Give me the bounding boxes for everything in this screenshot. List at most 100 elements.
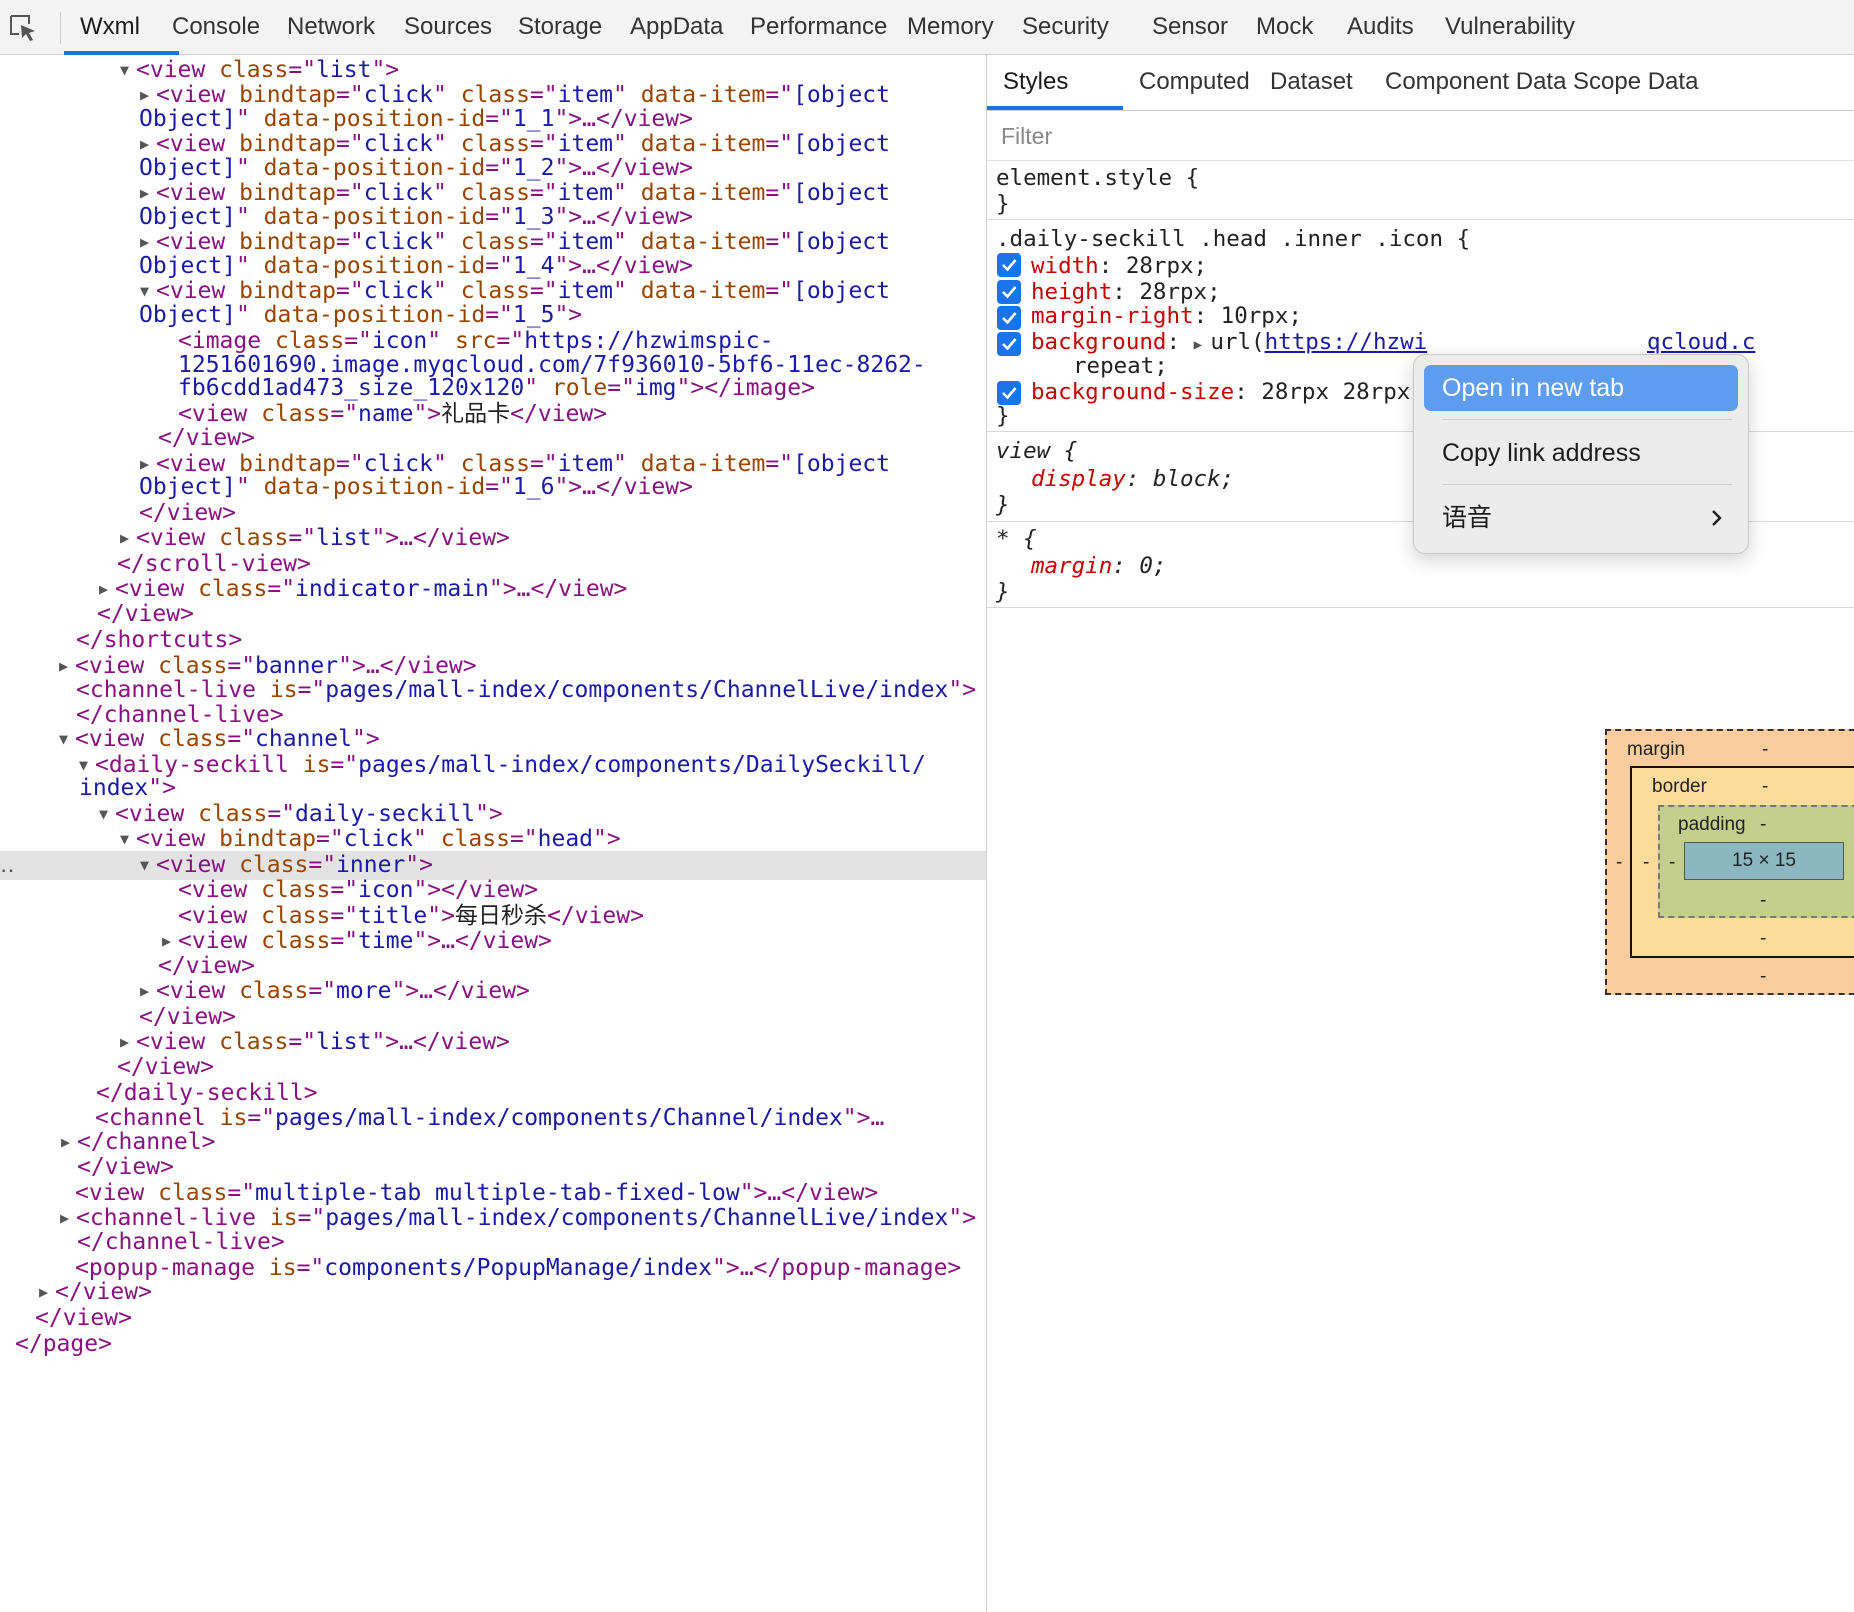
checkbox-background-size[interactable] (997, 381, 1021, 405)
markup-token: <view (136, 1029, 220, 1055)
markup-token: pages/mall-index/components/ChannelLive/… (325, 1205, 949, 1231)
tab-wxml[interactable]: Wxml (80, 0, 140, 54)
markup-token: </view> (139, 1004, 236, 1030)
toolbar-separator (60, 12, 61, 44)
tab-vulnerability[interactable]: Vulnerability (1445, 0, 1575, 54)
markup-token: <view (178, 928, 262, 954)
more-actions-icon[interactable]: ‥ (0, 851, 15, 880)
bg-url-link[interactable]: https://hzwi (1265, 329, 1428, 355)
bg-url-link-tail[interactable]: qcloud.c (1647, 329, 1755, 355)
prop-display: display (1031, 466, 1126, 492)
tab-sensor[interactable]: Sensor (1152, 0, 1228, 54)
tab-audits[interactable]: Audits (1347, 0, 1414, 54)
tree-node-text: </view> (77, 1153, 174, 1182)
markup-token: is (269, 677, 298, 703)
devtools-toolbar: Wxml Console Network Sources Storage App… (0, 0, 1854, 55)
markup-token: "> (371, 57, 400, 83)
markup-token: 1_1 (512, 106, 555, 132)
markup-token: <view (156, 978, 240, 1004)
border-top-value: - (1762, 776, 1769, 797)
rule-selector: .daily-seckill .head .inner .icon { (996, 226, 1471, 252)
wxml-tree-panel[interactable]: ▼ <view class="list"> ▶ <view bindtap="clic… (0, 55, 986, 1612)
checkbox-height[interactable] (997, 280, 1021, 304)
markup-token: class (261, 877, 331, 903)
tree-node-text: </view> (97, 600, 194, 629)
markup-token: </view> (510, 401, 608, 427)
markup-token: </view> (158, 425, 255, 451)
markup-token: 礼品卡 (441, 401, 511, 427)
collapse-triangle-icon[interactable]: ▼ (140, 851, 149, 880)
expand-triangle-icon[interactable]: ▶ (120, 524, 129, 553)
border-label: border (1652, 776, 1707, 797)
markup-token: =" (267, 576, 296, 602)
val-margin-right: : 10rpx; (1193, 303, 1302, 329)
checkbox-margin-right[interactable] (997, 306, 1021, 330)
expand-triangle-icon[interactable]: ▶ (61, 1128, 70, 1157)
val-background-size: : 28rpx 28rpx; (1234, 379, 1424, 405)
tab-mock[interactable]: Mock (1256, 0, 1313, 54)
markup-token: ">…</popup-manage> (712, 1255, 962, 1281)
decl-margin: margin: 0; (1031, 553, 1166, 579)
tab-dataset[interactable]: Dataset (1270, 55, 1353, 108)
collapse-triangle-icon[interactable]: ▼ (120, 825, 129, 854)
markup-token: </view> (139, 500, 236, 526)
markup-token: =" (227, 726, 256, 752)
markup-token: "> (351, 726, 380, 752)
markup-token: =" (247, 1105, 276, 1131)
collapse-triangle-icon[interactable]: ▼ (120, 56, 129, 85)
markup-token: ">…</view> (554, 106, 693, 132)
tree-node-text: <view class="more">…</view> (156, 977, 530, 1006)
markup-token: "></view> (413, 877, 539, 903)
tab-scope-data[interactable]: Scope Data (1573, 55, 1698, 108)
tree-node-text: <daily-seckill is="pages/mall-index/comp… (95, 751, 926, 780)
collapse-triangle-icon[interactable]: ▼ (59, 725, 68, 754)
tab-performance[interactable]: Performance (750, 0, 887, 54)
markup-token: =" (227, 1180, 256, 1206)
markup-token: <view (115, 576, 199, 602)
bg-url-link-tail-text[interactable]: qcloud.c (1647, 329, 1755, 355)
decl-background-size: background-size: 28rpx 28rpx; (1031, 379, 1424, 405)
tab-storage[interactable]: Storage (518, 0, 602, 54)
tree-node-text: <view class="icon"></view> (178, 876, 538, 905)
expand-triangle-icon[interactable]: ▶ (59, 652, 68, 681)
decl-width: width: 28rpx; (1031, 253, 1207, 279)
expand-triangle-icon[interactable]: ▶ (39, 1278, 48, 1307)
markup-token: class (239, 852, 309, 878)
tree-node-text: </page> (15, 1330, 112, 1359)
markup-token: </view> (55, 1279, 152, 1305)
collapse-triangle-icon[interactable]: ▼ (99, 800, 108, 829)
inspect-element-icon[interactable] (8, 13, 38, 43)
expand-triangle-icon[interactable]: ▶ (60, 1204, 69, 1233)
markup-token: </channel> (77, 1129, 216, 1155)
menu-item-open-new-tab[interactable]: Open in new tab (1424, 365, 1738, 411)
tab-console[interactable]: Console (172, 0, 260, 54)
tree-node-text: Object]" data-position-id="1_6">…</view> (139, 473, 693, 502)
tree-node-text: </view> (55, 1278, 152, 1307)
markup-token: " (235, 302, 264, 328)
tab-network[interactable]: Network (287, 0, 375, 54)
tab-appdata[interactable]: AppData (630, 0, 723, 54)
tab-component-data[interactable]: Component Data (1385, 55, 1566, 108)
box-model-content[interactable]: 15 × 15 (1684, 842, 1844, 880)
markup-token: Object] (139, 106, 236, 132)
tab-computed[interactable]: Computed (1139, 55, 1250, 108)
markup-token: </view> (158, 953, 255, 979)
menu-item-copy-link[interactable]: Copy link address (1424, 430, 1738, 476)
tab-sources[interactable]: Sources (404, 0, 492, 54)
markup-token: "> (405, 852, 433, 878)
tab-styles[interactable]: Styles (1003, 55, 1068, 108)
expand-triangle-icon[interactable]: ▶ (140, 977, 149, 1006)
expand-triangle-icon[interactable]: ▶ (1194, 337, 1211, 353)
tab-memory[interactable]: Memory (907, 0, 994, 54)
checkbox-background[interactable] (997, 332, 1021, 356)
tab-security[interactable]: Security (1022, 0, 1109, 54)
markup-token: [object (793, 131, 890, 157)
tree-node-text: fb6cdd1ad473_size_120x120" role="img"></… (178, 374, 815, 403)
markup-token: <view (156, 852, 240, 878)
styles-filter-input[interactable]: Filter (987, 111, 1854, 161)
checkbox-width[interactable] (997, 253, 1021, 277)
menu-item-language[interactable]: 语音 (1424, 495, 1738, 541)
markup-token: =" (330, 928, 359, 954)
markup-token: 1_5 (512, 302, 555, 328)
decl-background: background: ▶ url(https://hzwi (1031, 329, 1427, 355)
